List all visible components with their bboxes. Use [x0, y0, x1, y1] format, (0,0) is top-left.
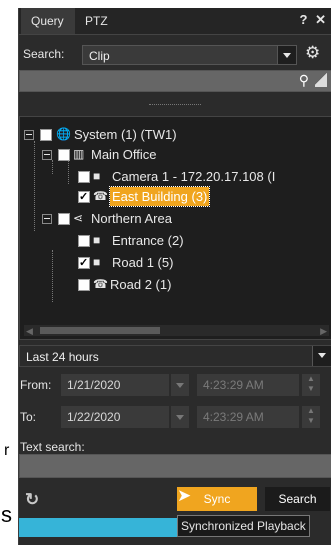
gear-icon[interactable]: ⚙ — [305, 43, 320, 63]
mouse-cursor-icon: ➤ — [177, 486, 192, 505]
background-text-fragment: r — [4, 442, 10, 459]
chevron-down-icon[interactable] — [277, 46, 296, 64]
query-panel: Query PTZ ? ✕ Search: Clip ⚙ ⚲ 🌐 System … — [18, 8, 331, 545]
to-date-field[interactable]: 1/22/2020 — [61, 406, 169, 428]
tree-label: Main Office — [91, 147, 157, 162]
camera-icon: ■ — [93, 255, 101, 269]
camera-icon: ■ — [93, 233, 101, 247]
text-search-input[interactable] — [19, 454, 331, 478]
search-label: Search: — [23, 47, 65, 61]
search-type-value: Clip — [89, 49, 110, 63]
from-date-field[interactable]: 1/21/2020 — [61, 374, 169, 396]
to-time-field[interactable]: 4:23:29 AM — [197, 406, 299, 428]
camera-icon: ■ — [93, 169, 101, 183]
to-time-spinner[interactable]: ▲ ▼ — [302, 406, 320, 428]
window-buttons: ? ✕ — [296, 12, 326, 30]
help-icon[interactable]: ? — [300, 12, 308, 27]
chevron-down-icon[interactable] — [312, 346, 331, 366]
building-icon: ▥ — [73, 147, 85, 161]
text-search-label: Text search: — [20, 440, 85, 454]
network-icon: ⋖ — [73, 211, 84, 225]
from-time-field[interactable]: 4:23:29 AM — [197, 374, 299, 396]
search-button[interactable]: Search — [265, 487, 330, 511]
to-label: To: — [20, 410, 37, 424]
to-date-dropdown[interactable] — [171, 406, 189, 428]
tree-label: Road 1 (5) — [112, 255, 174, 270]
collapse-icon[interactable] — [42, 214, 52, 224]
sync-tooltip: Synchronized Playback — [177, 515, 310, 537]
from-time-spinner[interactable]: ▲ ▼ — [302, 374, 320, 396]
close-icon[interactable]: ✕ — [315, 12, 326, 27]
camera-group-icon: ☎ — [93, 189, 108, 203]
checkbox[interactable] — [58, 149, 70, 161]
tree-label: Entrance (2) — [112, 233, 184, 248]
search-icon[interactable]: ⚲ — [299, 72, 309, 89]
horizontal-scrollbar[interactable]: ◀ ▶ — [24, 325, 329, 336]
time-range-value: Last 24 hours — [26, 350, 99, 364]
splitter-grip[interactable] — [149, 104, 201, 108]
tree-label: System (1) (TW1) — [74, 127, 177, 142]
tree-label: Camera 1 - 172.20.17.108 (I — [112, 169, 276, 184]
tree-label: Road 2 (1) — [110, 277, 172, 292]
collapse-icon[interactable] — [24, 130, 34, 140]
tab-ptz[interactable]: PTZ — [75, 8, 118, 34]
scrollbar-thumb[interactable] — [40, 327, 160, 334]
search-input[interactable]: ⚲ — [19, 70, 331, 92]
checkbox[interactable] — [78, 279, 90, 291]
time-range-select[interactable]: Last 24 hours — [19, 345, 331, 367]
from-date-dropdown[interactable] — [171, 374, 189, 396]
eraser-icon[interactable] — [315, 73, 327, 87]
checkbox-checked[interactable] — [78, 254, 90, 273]
from-label: From: — [20, 378, 52, 392]
tree-label: Northern Area — [91, 211, 172, 226]
tab-query[interactable]: Query — [21, 8, 75, 34]
scroll-right-icon[interactable]: ▶ — [320, 326, 327, 337]
tree-label-selected: East Building (3) — [108, 186, 211, 207]
checkbox[interactable] — [78, 235, 90, 247]
scroll-left-icon[interactable]: ◀ — [26, 326, 33, 337]
taskbar-strip — [19, 518, 179, 537]
camera-group-icon: ☎ — [93, 277, 108, 291]
collapse-icon[interactable] — [42, 150, 52, 160]
checkbox-checked[interactable] — [78, 188, 90, 207]
tab-bar: Query PTZ ? ✕ — [19, 8, 331, 35]
checkbox[interactable] — [58, 213, 70, 225]
camera-tree: 🌐 System (1) (TW1) ▥ Main Office ■ Camer… — [19, 116, 331, 340]
refresh-icon[interactable]: ↻ — [25, 490, 39, 510]
background-text-fragment: s — [1, 502, 12, 527]
search-type-select[interactable]: Clip — [82, 45, 297, 65]
globe-icon: 🌐 — [56, 127, 71, 141]
checkbox[interactable] — [40, 129, 52, 141]
checkbox[interactable] — [78, 171, 90, 183]
